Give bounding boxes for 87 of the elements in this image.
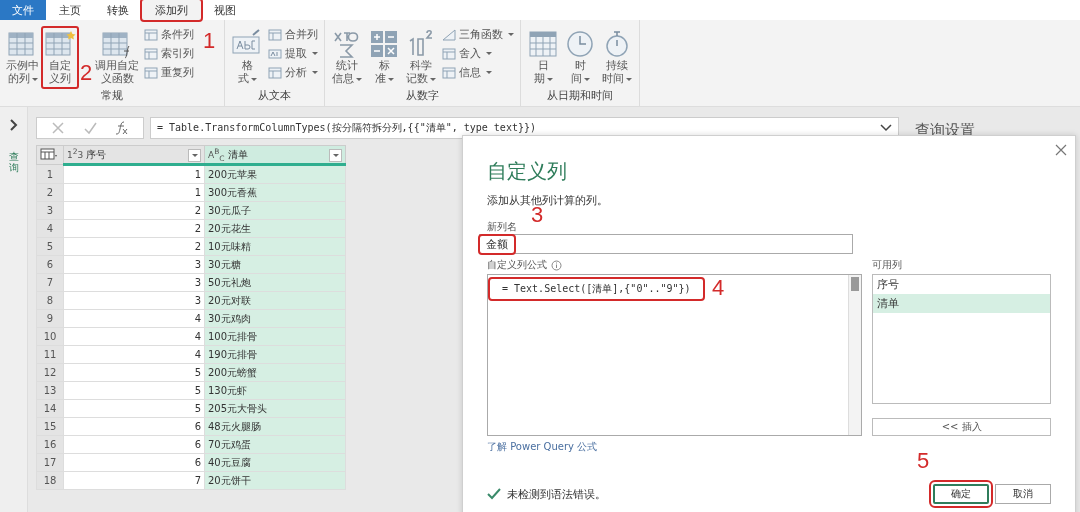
annotation-number: 5 — [917, 450, 930, 472]
column-icon — [442, 66, 457, 79]
ribbon-button[interactable]: 合并列 — [266, 26, 321, 43]
list-item[interactable]: 清单 — [873, 294, 1050, 313]
ribbon-button[interactable]: 条件列 — [142, 26, 197, 43]
table-cell: 4 — [63, 309, 205, 328]
column-icon — [144, 28, 159, 41]
triangle-icon — [442, 28, 457, 41]
column-header[interactable]: A$^{B}$$_{C}$ 清单 — [204, 145, 346, 165]
ribbon-button[interactable]: 信息 — [440, 64, 517, 81]
ribbon-button[interactable]: 三角函数 — [440, 26, 517, 43]
abc-icon — [268, 47, 283, 60]
dialog-title: 自定义列 — [487, 158, 568, 185]
group-label: 从日期和时间 — [547, 88, 614, 104]
ribbon-tab[interactable]: 添加列 — [142, 0, 201, 20]
ribbon-button[interactable]: 统计 信息 — [329, 26, 366, 88]
table-cell: 6 — [63, 417, 205, 436]
ribbon-button[interactable]: 标 准 — [366, 26, 403, 88]
table-cell: 2 — [63, 219, 205, 238]
ribbon-tab[interactable]: 转换 — [94, 0, 142, 20]
ribbon-button[interactable]: 自定 义列 — [42, 26, 78, 88]
ribbon-button[interactable]: 科学 记数 — [403, 26, 440, 88]
check-icon[interactable] — [83, 121, 97, 135]
file-menu-tab[interactable]: 文件 — [0, 0, 46, 20]
field-label: 新列名 — [487, 220, 518, 234]
table-cell: 3 — [63, 291, 205, 310]
ribbon-button[interactable]: 索引列 — [142, 45, 197, 62]
ribbon-button[interactable]: 舍入 — [440, 45, 517, 62]
ribbon-button[interactable]: 重复列 — [142, 64, 197, 81]
table-cell: 1 — [63, 183, 205, 202]
column-icon — [144, 66, 159, 79]
pane-label[interactable]: 查询 — [8, 151, 19, 173]
table-cell: 6 — [63, 435, 205, 454]
table-cell: 4 — [63, 327, 205, 346]
check-icon — [487, 488, 501, 500]
chevron-down-icon[interactable] — [880, 124, 892, 132]
table-cell: 7 — [63, 471, 205, 490]
ribbon-button[interactable]: 调用自定 义函数 — [93, 26, 142, 88]
table-icon[interactable] — [40, 148, 58, 160]
ribbon-button[interactable]: 格 式 — [229, 26, 266, 88]
ribbon-tab[interactable]: 视图 — [201, 0, 249, 20]
function-icon[interactable] — [115, 121, 129, 135]
table-cell: 2 — [63, 201, 205, 220]
list-item[interactable]: 序号 — [873, 275, 1050, 294]
expand-icon[interactable] — [8, 119, 19, 131]
table-cell: 2 — [63, 237, 205, 256]
ribbon-tab[interactable]: 主页 — [46, 0, 94, 20]
table-cell: 1 — [63, 164, 205, 184]
ribbon-button[interactable]: 提取 — [266, 45, 321, 62]
dialog-description: 添加从其他列计算的列。 — [487, 193, 609, 207]
column-icon — [442, 47, 457, 60]
help-link[interactable]: 了解 Power Query 公式 — [487, 440, 863, 454]
formula-editor[interactable]: = Text.Select([清单],{"0".."9"}) 4 — [487, 274, 863, 436]
annotation-number: 4 — [712, 277, 725, 299]
table-cell: 5 — [63, 399, 205, 418]
ribbon-button[interactable]: 持续 时间 — [599, 26, 636, 88]
column-icon — [268, 28, 283, 41]
table-cell: 5 — [63, 381, 205, 400]
column-icon — [268, 66, 283, 79]
info-icon[interactable] — [551, 259, 562, 271]
table-menu[interactable] — [36, 145, 64, 165]
insert-button[interactable]: << 插入 — [872, 418, 1051, 436]
group-label: 常规 — [101, 88, 124, 104]
ribbon-button[interactable]: 日 期 — [525, 26, 562, 88]
table-cell: 3 — [63, 273, 205, 292]
close-icon[interactable] — [1055, 144, 1067, 156]
annotation-number: 2 — [80, 62, 93, 84]
field-label: 自定义列公式 — [487, 258, 547, 272]
input-field[interactable]: 金额 — [479, 234, 853, 254]
field-label: 可用列 — [872, 258, 904, 272]
group-label: 从数字 — [406, 88, 440, 104]
annotation-number: 1 — [203, 30, 216, 52]
status-message: 未检测到语法错误。 — [507, 486, 606, 502]
annotation-number: 3 — [531, 204, 544, 226]
ribbon-button[interactable]: 时 间 — [562, 26, 599, 88]
table-cell: 4 — [63, 345, 205, 364]
ribbon-button[interactable]: 分析 — [266, 64, 321, 81]
calendar-icon — [527, 28, 560, 59]
table-cell: 6 — [63, 453, 205, 472]
column-header[interactable]: 1$^{2}$3 序号 — [63, 145, 205, 165]
table-cell: 5 — [63, 363, 205, 382]
ribbon-button[interactable]: 示例中 的列 — [4, 26, 41, 88]
group-label: 从文本 — [258, 88, 292, 104]
scrollbar[interactable] — [848, 275, 862, 435]
column-icon — [144, 47, 159, 60]
table-cell: 3 — [63, 255, 205, 274]
cancel-button[interactable]: 取消 — [995, 484, 1051, 504]
